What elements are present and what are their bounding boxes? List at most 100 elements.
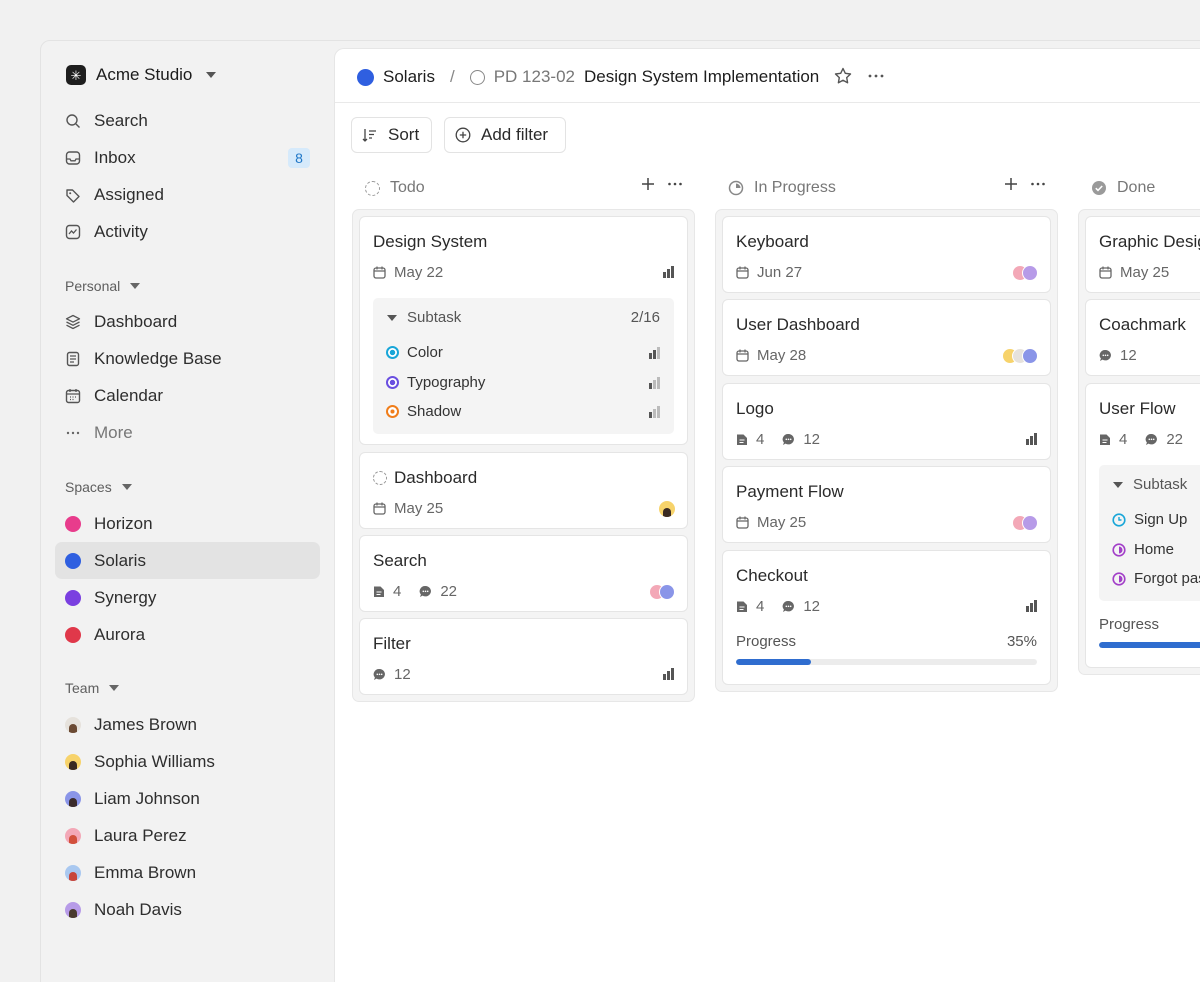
subtask-toggle[interactable]: Subtask <box>1113 476 1187 493</box>
chevron-down-icon <box>387 314 397 321</box>
due-date: May 22 <box>394 264 444 281</box>
card-user-flow[interactable]: User Flow 4 22 Subtask Sign Up Home Forg… <box>1085 383 1200 668</box>
subtask-item[interactable]: Typography <box>386 374 485 391</box>
sidebar: ✳ Acme Studio Search Inbox 8 Assigned Ac… <box>41 41 333 982</box>
workspace-name: Acme Studio <box>96 65 193 84</box>
nav-item-inbox[interactable]: Inbox 8 <box>55 139 320 176</box>
nav-item-synergy[interactable]: Synergy <box>55 579 320 616</box>
nav-item-horizon[interactable]: Horizon <box>55 505 320 542</box>
team-member-name: Laura Perez <box>94 825 187 845</box>
team-member-name: Emma Brown <box>94 862 197 882</box>
subtask-panel: Subtask Sign Up Home Forgot password <box>1099 465 1200 601</box>
card-payment-flow[interactable]: Payment Flow May 25 <box>722 466 1051 543</box>
sort-button[interactable]: Sort <box>351 117 432 153</box>
team-member-noah-davis[interactable]: Noah Davis <box>55 891 320 928</box>
card-checkout[interactable]: Checkout 4 12 Progress 35% <box>722 550 1051 685</box>
spaces-section-toggle[interactable]: Spaces <box>65 479 132 495</box>
star-icon[interactable] <box>833 66 853 86</box>
subtask-item[interactable]: Home <box>1112 541 1174 558</box>
nav-item-solaris[interactable]: Solaris <box>55 542 320 579</box>
team-member-laura-perez[interactable]: Laura Perez <box>55 817 320 854</box>
team-member-sophia-williams[interactable]: Sophia Williams <box>55 743 320 780</box>
main-nav: Search Inbox 8 Assigned Activity <box>55 102 320 250</box>
card-user-dashboard[interactable]: User Dashboard May 28 <box>722 299 1051 376</box>
personal-section-toggle[interactable]: Personal <box>65 278 141 294</box>
nav-item-calendar[interactable]: Calendar <box>55 377 320 414</box>
team-member-liam-johnson[interactable]: Liam Johnson <box>55 780 320 817</box>
card-title: Dashboard <box>394 468 478 487</box>
issue-title: Design System Implementation <box>583 67 820 86</box>
subtask-count: 2/16 <box>630 309 660 326</box>
column-more-icon[interactable] <box>1030 177 1046 191</box>
column-in-progress: Keyboard Jun 27 User Dashboard May 28 Lo… <box>715 209 1058 692</box>
card-search[interactable]: Search 4 22 <box>359 535 688 612</box>
card-design-system[interactable]: Design System May 22 Subtask 2/16 Color <box>359 216 688 445</box>
avatar <box>65 827 81 844</box>
workspace-switcher[interactable]: ✳ Acme Studio <box>66 65 217 85</box>
team-section-toggle[interactable]: Team <box>65 680 120 696</box>
card-meta: Jun 27 <box>736 264 802 281</box>
nav-item-aurora[interactable]: Aurora <box>55 616 320 653</box>
breadcrumb-space[interactable]: Solaris <box>383 67 435 87</box>
chevron-down-icon <box>130 283 141 289</box>
page-header: Solaris / PD 123-02 Design System Implem… <box>335 49 1200 103</box>
subtask-toggle[interactable]: Subtask <box>387 309 461 326</box>
card-meta: 12 <box>1099 347 1137 364</box>
assignee-avatar <box>659 501 675 517</box>
calendar-icon <box>65 388 81 404</box>
file-icon <box>1099 433 1111 446</box>
nav-item-more[interactable]: More <box>55 414 320 451</box>
nav-item-label: Inbox <box>94 147 136 167</box>
assignee-avatars <box>649 584 675 600</box>
column-title: In Progress <box>754 179 836 196</box>
avatar <box>65 901 81 918</box>
comment-icon <box>1099 349 1112 362</box>
progress-percent: 35% <box>1006 633 1037 650</box>
card-filter[interactable]: Filter 12 <box>359 618 688 695</box>
assignee-avatars <box>1012 265 1038 281</box>
subtask-status-icon <box>1112 542 1126 557</box>
avatar <box>65 716 81 733</box>
card-title: User Flow <box>1099 399 1176 418</box>
more-options-icon[interactable] <box>867 66 885 86</box>
nav-item-activity[interactable]: Activity <box>55 213 320 250</box>
progress-label: Progress <box>736 633 797 650</box>
column-todo: Design System May 22 Subtask 2/16 Color <box>352 209 695 702</box>
nav-item-label: Dashboard <box>94 311 178 331</box>
team-member-emma-brown[interactable]: Emma Brown <box>55 854 320 891</box>
card-graphic-design[interactable]: Graphic Design May 25 <box>1085 216 1200 293</box>
subtask-item[interactable]: Forgot password <box>1112 570 1200 587</box>
card-logo[interactable]: Logo 4 12 <box>722 383 1051 460</box>
card-keyboard[interactable]: Keyboard Jun 27 <box>722 216 1051 293</box>
nav-item-dashboard[interactable]: Dashboard <box>55 303 320 340</box>
file-count: 4 <box>393 583 402 600</box>
card-meta: 12 <box>373 666 411 683</box>
app-window: ✳ Acme Studio Search Inbox 8 Assigned Ac… <box>40 40 1200 982</box>
file-icon <box>736 600 748 613</box>
add-card-icon[interactable] <box>641 177 655 191</box>
subtask-item[interactable]: Shadow <box>386 403 461 420</box>
card-title: Filter <box>373 634 411 653</box>
team-member-james-brown[interactable]: James Brown <box>55 706 320 743</box>
tag-icon <box>65 187 81 203</box>
nav-item-assigned[interactable]: Assigned <box>55 176 320 213</box>
subtask-status-icon <box>1112 512 1126 527</box>
add-filter-button[interactable]: Add filter <box>444 117 566 153</box>
file-icon <box>373 585 385 598</box>
card-title: Keyboard <box>736 232 809 251</box>
calendar-icon <box>373 502 386 515</box>
nav-item-search[interactable]: Search <box>55 102 320 139</box>
comment-count: 22 <box>1166 431 1184 448</box>
subtask-item[interactable]: Color <box>386 344 443 361</box>
due-date: Jun 27 <box>757 264 803 281</box>
nav-item-knowledge-base[interactable]: Knowledge Base <box>55 340 320 377</box>
card-coachmark[interactable]: Coachmark 12 <box>1085 299 1200 376</box>
add-card-icon[interactable] <box>1004 177 1018 191</box>
column-more-icon[interactable] <box>667 177 683 191</box>
priority-icon <box>649 377 660 389</box>
card-dashboard[interactable]: Dashboard May 25 <box>359 452 688 529</box>
subtask-item[interactable]: Sign Up <box>1112 511 1187 528</box>
solaris-space-icon <box>357 68 374 86</box>
todo-column-actions <box>641 177 683 191</box>
status-circle-icon <box>469 69 485 85</box>
